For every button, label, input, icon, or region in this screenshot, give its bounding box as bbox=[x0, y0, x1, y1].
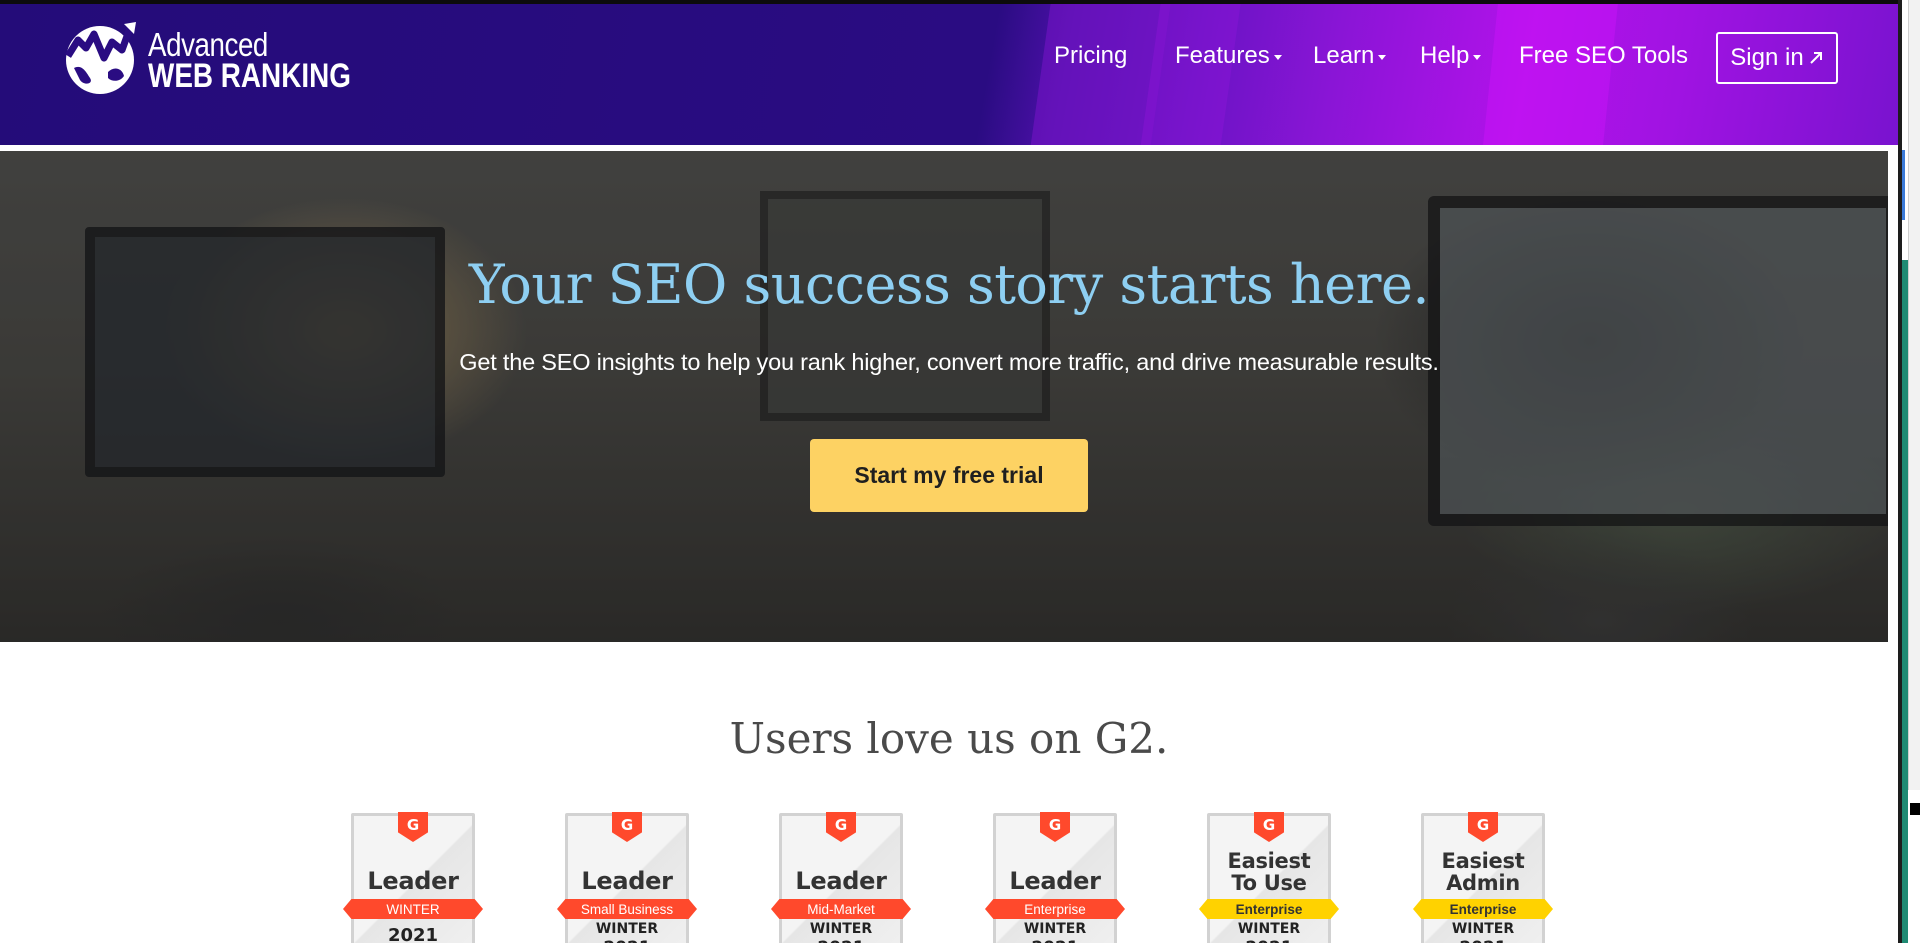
badge-label: Leader bbox=[1009, 867, 1101, 895]
site-header: Advanced WEB RANKING Pricing Features Le… bbox=[0, 4, 1898, 148]
window-edge bbox=[1898, 0, 1920, 943]
badge-label: Leader bbox=[795, 867, 887, 895]
badge-ribbon: WINTER bbox=[343, 899, 483, 919]
badge-year: 2021 bbox=[1421, 938, 1545, 943]
g2-badge-leader-mid-market[interactable]: G Leader Mid-Market WINTER 2021 bbox=[771, 812, 911, 943]
scrollbar[interactable] bbox=[1908, 0, 1920, 790]
badge-season: WINTER bbox=[595, 921, 659, 937]
nav-learn-label: Learn bbox=[1313, 42, 1375, 69]
badge-ribbon: Enterprise bbox=[985, 899, 1125, 919]
nav-help[interactable]: Help bbox=[1420, 42, 1482, 70]
nav-pricing-label: Pricing bbox=[1054, 42, 1128, 69]
globe-logo-icon bbox=[65, 22, 136, 94]
page: Advanced WEB RANKING Pricing Features Le… bbox=[0, 0, 1898, 943]
window-border bbox=[1902, 150, 1905, 220]
sign-in-label: Sign in bbox=[1730, 44, 1804, 71]
hero-subtitle: Get the SEO insights to help you rank hi… bbox=[459, 349, 1439, 375]
badge-ribbon: Mid-Market bbox=[771, 899, 911, 919]
g2-badge-easiest-admin[interactable]: G Easiest Admin Enterprise WINTER 2021 bbox=[1413, 812, 1553, 943]
scrollbar-thumb[interactable] bbox=[1910, 803, 1920, 815]
nav-features-label: Features bbox=[1175, 42, 1270, 69]
badge-year: 2021 bbox=[779, 938, 903, 943]
chevron-down-icon bbox=[1378, 54, 1387, 60]
nav-free-seo-tools-label: Free SEO Tools bbox=[1519, 42, 1688, 69]
badge-year: 2021 bbox=[565, 938, 689, 943]
hero-overlay bbox=[0, 151, 1888, 642]
badge-ribbon: Small Business bbox=[557, 899, 697, 919]
badge-season: WINTER bbox=[1451, 921, 1515, 937]
start-free-trial-button[interactable]: Start my free trial bbox=[810, 439, 1088, 512]
logo-text-web-ranking: WEB RANKING bbox=[148, 57, 351, 95]
hero-title: Your SEO success story starts here. bbox=[468, 253, 1430, 316]
badge-season: WINTER bbox=[1237, 921, 1301, 937]
nav-features[interactable]: Features bbox=[1175, 42, 1282, 70]
external-arrow-icon bbox=[1809, 52, 1822, 64]
nav-learn[interactable]: Learn bbox=[1313, 42, 1387, 70]
badge-season: WINTER bbox=[1023, 921, 1087, 937]
g2-badge-leader-small-business[interactable]: G Leader Small Business WINTER 2021 bbox=[557, 812, 697, 943]
badge-year: 2021 bbox=[993, 938, 1117, 943]
logo[interactable]: Advanced WEB RANKING bbox=[60, 20, 351, 100]
g2-section-title: Users love us on G2. bbox=[729, 714, 1169, 763]
badge-label: Leader bbox=[581, 867, 673, 895]
badge-year: 2021 bbox=[1207, 938, 1331, 943]
nav-free-seo-tools[interactable]: Free SEO Tools bbox=[1519, 42, 1688, 70]
badge-label: Leader bbox=[367, 867, 459, 895]
nav-pricing[interactable]: Pricing bbox=[1054, 42, 1127, 70]
g2-badge-leader-winter[interactable]: G Leader WINTER 2021 bbox=[343, 812, 483, 943]
header-decor-band bbox=[1481, 4, 1619, 145]
sign-in-button[interactable]: Sign in bbox=[1716, 32, 1838, 84]
g2-badge-easiest-to-use[interactable]: G Easiest To Use Enterprise WINTER 2021 bbox=[1199, 812, 1339, 943]
badge-label: Easiest Admin bbox=[1441, 849, 1525, 895]
badge-ribbon: Enterprise bbox=[1413, 899, 1553, 919]
chevron-down-icon bbox=[1473, 54, 1482, 60]
badge-label: Easiest To Use bbox=[1227, 849, 1311, 895]
chevron-down-icon bbox=[1273, 54, 1282, 60]
g2-badge-leader-enterprise[interactable]: G Leader Enterprise WINTER 2021 bbox=[985, 812, 1125, 943]
nav-help-label: Help bbox=[1420, 42, 1470, 69]
badge-season: WINTER bbox=[809, 921, 873, 937]
badge-year: 2021 bbox=[387, 925, 439, 943]
hero-section: Your SEO success story starts here. Get … bbox=[0, 151, 1888, 642]
badge-ribbon: Enterprise bbox=[1199, 899, 1339, 919]
